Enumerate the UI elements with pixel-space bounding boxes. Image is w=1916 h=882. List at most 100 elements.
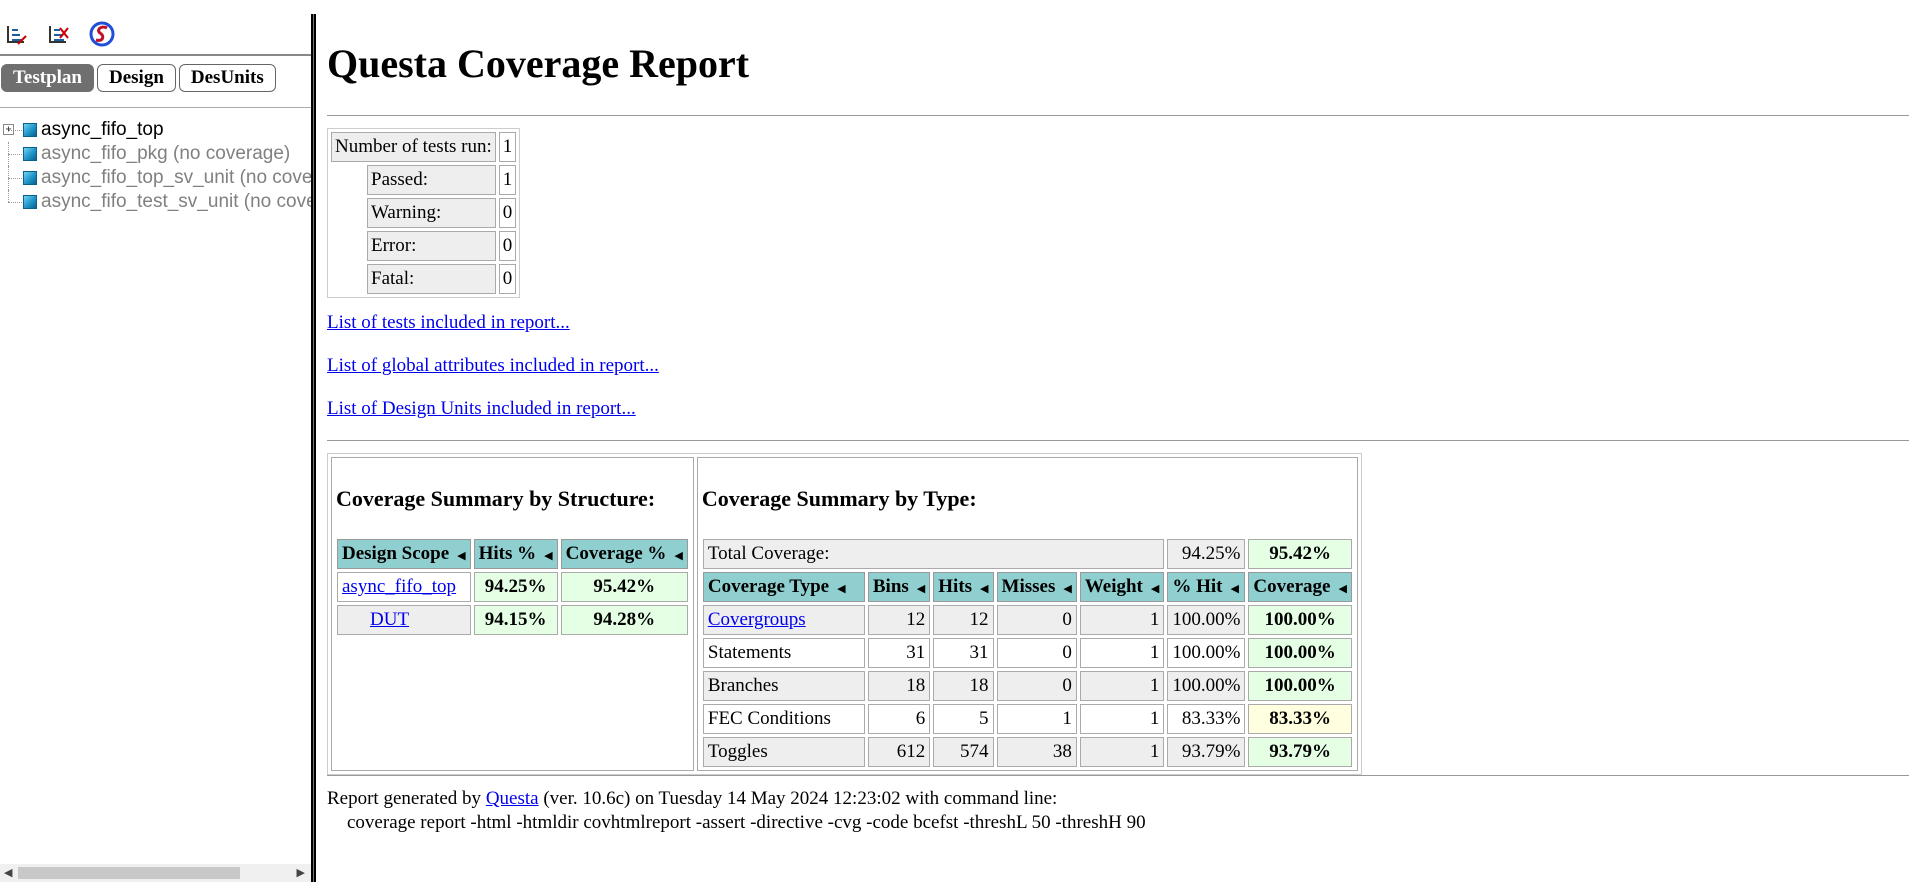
- total-hit: 94.25%: [1167, 539, 1246, 569]
- package-icon: [23, 147, 37, 161]
- weight-value: 1: [1079, 704, 1165, 734]
- column-header-coverage[interactable]: Coverage % ◀: [560, 539, 688, 569]
- table-row: DUT 94.15% 94.28%: [337, 605, 688, 635]
- collapse-all-icon[interactable]: [46, 20, 74, 48]
- hits-value: 574: [933, 737, 994, 767]
- hits-value: 94.25%: [473, 572, 558, 602]
- divider: [327, 440, 1909, 441]
- sort-arrow-icon: ◀: [457, 550, 466, 562]
- expand-plus-icon[interactable]: +: [3, 124, 14, 135]
- expand-all-icon[interactable]: [4, 20, 32, 48]
- misses-value: 1: [996, 704, 1077, 734]
- error-value: 0: [498, 231, 517, 261]
- navigation-frame: Testplan Design DesUnits + async_fifo_to…: [0, 0, 311, 882]
- table-row: FEC Conditions 6 5 1 1 83.33% 83.33%: [702, 704, 1352, 734]
- type-table: Total Coverage: 94.25% 95.42% Coverage T…: [700, 536, 1355, 770]
- column-header-percent-hit[interactable]: % Hit ◀: [1167, 572, 1246, 602]
- column-header-weight[interactable]: Weight ◀: [1079, 572, 1165, 602]
- sort-arrow-icon: ◀: [1063, 583, 1072, 595]
- command-line: coverage report -html -htmldir covhtmlre…: [347, 812, 1146, 833]
- tree-toolbar: [4, 20, 116, 48]
- coverage-type-label: Branches: [702, 671, 865, 701]
- coverage-summary: Coverage Summary by Structure: Design Sc…: [327, 453, 1362, 775]
- scrollbar-thumb[interactable]: [18, 867, 240, 879]
- sort-arrow-icon: ◀: [837, 583, 846, 595]
- coverage-value: 93.79%: [1248, 737, 1352, 767]
- column-header-bins[interactable]: Bins ◀: [867, 572, 931, 602]
- hits-value: 31: [933, 638, 994, 668]
- hits-value: 5: [933, 704, 994, 734]
- warning-label: Warning:: [367, 198, 496, 228]
- tab-desunits[interactable]: DesUnits: [178, 64, 276, 92]
- bins-value: 6: [867, 704, 931, 734]
- tab-design[interactable]: Design: [97, 64, 176, 92]
- column-header-design-scope[interactable]: Design Scope ◀: [337, 539, 471, 569]
- tree-item-async-fifo-pkg[interactable]: async_fifo_pkg (no coverage): [0, 142, 311, 166]
- coverage-value: 100.00%: [1248, 671, 1352, 701]
- scroll-left-icon[interactable]: ◀: [4, 866, 12, 879]
- scope-link-async-fifo-top[interactable]: async_fifo_top: [342, 576, 456, 597]
- sort-arrow-icon: ◀: [544, 550, 553, 562]
- package-icon: [23, 171, 37, 185]
- global-attributes-link[interactable]: List of global attributes included in re…: [327, 355, 659, 377]
- column-header-coverage-type[interactable]: Coverage Type ◀: [702, 572, 865, 602]
- warning-value: 0: [498, 198, 517, 228]
- column-header-coverage[interactable]: Coverage ◀: [1248, 572, 1352, 602]
- horizontal-scrollbar[interactable]: ◀ ▶: [0, 864, 311, 882]
- structure-heading: Coverage Summary by Structure:: [336, 486, 656, 511]
- coverage-value: 100.00%: [1248, 605, 1352, 635]
- tab-testplan[interactable]: Testplan: [1, 64, 94, 92]
- misses-value: 0: [996, 671, 1077, 701]
- percent-hit-value: 93.79%: [1167, 737, 1246, 767]
- total-label: Total Coverage:: [702, 539, 1165, 569]
- coverage-type-label: FEC Conditions: [702, 704, 865, 734]
- coverage-type-label: Statements: [702, 638, 865, 668]
- fatal-label: Fatal:: [367, 264, 496, 294]
- sort-arrow-icon: ◀: [1338, 583, 1347, 595]
- column-header-hits[interactable]: Hits ◀: [933, 572, 994, 602]
- tree-item-async-fifo-test-sv-unit[interactable]: async_fifo_test_sv_unit (no coverage): [0, 190, 311, 214]
- tree-item-async-fifo-top-sv-unit[interactable]: async_fifo_top_sv_unit (no coverage): [0, 166, 311, 190]
- scroll-right-icon[interactable]: ▶: [297, 866, 305, 879]
- bins-value: 12: [867, 605, 931, 635]
- report-frame: Questa Coverage Report Number of tests r…: [327, 0, 1909, 882]
- bins-value: 18: [867, 671, 931, 701]
- table-row: async_fifo_top 94.25% 95.42%: [337, 572, 688, 602]
- package-icon: [23, 195, 37, 209]
- column-header-misses[interactable]: Misses ◀: [996, 572, 1077, 602]
- toolbar-divider: [0, 54, 311, 56]
- page-title: Questa Coverage Report: [327, 41, 750, 86]
- tree-item-async-fifo-top[interactable]: + async_fifo_top: [0, 118, 311, 142]
- bins-value: 612: [867, 737, 931, 767]
- tree-item-label: async_fifo_test_sv_unit (no coverage): [41, 191, 311, 212]
- frame-splitter[interactable]: [311, 14, 316, 882]
- questa-logo-icon[interactable]: [88, 20, 116, 48]
- sort-arrow-icon: ◀: [1150, 583, 1160, 595]
- weight-value: 1: [1079, 671, 1165, 701]
- type-heading: Coverage Summary by Type:: [701, 486, 977, 511]
- tests-summary-table: Number of tests run: 1 Passed: 1 Warning…: [327, 128, 521, 298]
- coverage-value: 94.28%: [560, 605, 688, 635]
- divider: [327, 115, 1909, 116]
- column-header-hits[interactable]: Hits % ◀: [473, 539, 558, 569]
- weight-value: 1: [1079, 638, 1165, 668]
- covergroups-link[interactable]: Covergroups: [708, 609, 806, 630]
- design-units-link[interactable]: List of Design Units included in report.…: [327, 398, 636, 420]
- sort-arrow-icon: ◀: [916, 583, 926, 595]
- coverage-value: 95.42%: [560, 572, 688, 602]
- design-tree: + async_fifo_top async_fifo_pkg (no cove…: [0, 118, 311, 214]
- scope-link-dut[interactable]: DUT: [370, 609, 409, 630]
- percent-hit-value: 83.33%: [1167, 704, 1246, 734]
- total-row: Total Coverage: 94.25% 95.42%: [702, 539, 1352, 569]
- tests-run-value: 1: [498, 132, 517, 162]
- structure-table: Design Scope ◀ Hits % ◀ Coverage % ◀ async_…: [334, 536, 691, 638]
- coverage-type-label: Toggles: [702, 737, 865, 767]
- tree-item-label: async_fifo_pkg (no coverage): [41, 143, 291, 164]
- table-row: Covergroups 12 12 0 1 100.00% 100.00%: [702, 605, 1352, 635]
- bins-value: 31: [867, 638, 931, 668]
- misses-value: 38: [996, 737, 1077, 767]
- tests-list-link[interactable]: List of tests included in report...: [327, 312, 570, 334]
- misses-value: 0: [996, 605, 1077, 635]
- questa-link[interactable]: Questa: [486, 788, 539, 809]
- tabs-divider: [0, 107, 311, 108]
